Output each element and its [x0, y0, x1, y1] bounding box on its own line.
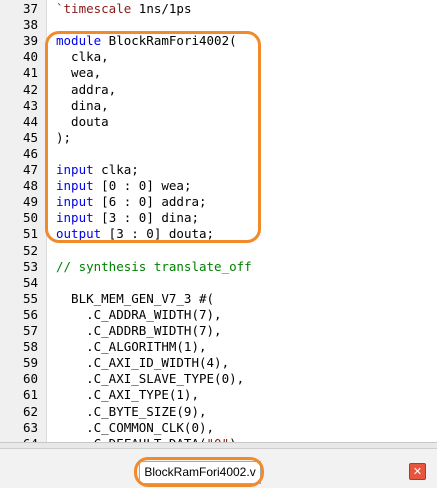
line-number: 49 — [22, 194, 38, 209]
line-number: 58 — [22, 339, 38, 354]
line-number: 60 — [22, 371, 38, 386]
code-line: // synthesis translate_off — [56, 259, 252, 275]
code-token: BLK_MEM_GEN_V7_3 #( — [56, 291, 215, 306]
code-line: .C_COMMON_CLK(0), — [56, 420, 214, 436]
line-number: 56 — [22, 307, 38, 322]
line-number: 44 — [22, 114, 38, 129]
code-token: 1ns/1ps — [131, 1, 192, 16]
code-line: .C_ALGORITHM(1), — [56, 339, 207, 355]
code-token: .C_AXI_ID_WIDTH(4), — [56, 355, 230, 370]
line-number: 38 — [22, 17, 38, 32]
comment-token: // synthesis translate_off — [56, 259, 252, 274]
line-number: 41 — [22, 65, 38, 80]
code-token: .C_ADDRB_WIDTH(7), — [56, 323, 222, 338]
line-number: 51 — [22, 226, 38, 241]
code-line: .C_AXI_TYPE(1), — [56, 387, 199, 403]
module-highlight-box — [45, 31, 261, 243]
code-token: .C_AXI_TYPE(1), — [56, 387, 199, 402]
line-number-gutter: 37 38 39 40 41 42 43 44 45 46 47 48 49 50 51 52 53 54 55 56… — [0, 0, 47, 442]
line-number: 45 — [22, 130, 38, 145]
directive-token: `timescale — [56, 1, 132, 16]
code-line: .C_ADDRB_WIDTH(7), — [56, 323, 222, 339]
code-line: .C_AXI_ID_WIDTH(4), — [56, 355, 229, 371]
line-number: 48 — [22, 178, 38, 193]
code-token: .C_ALGORITHM(1), — [56, 339, 207, 354]
tab-highlight-box — [134, 457, 264, 487]
code-line: .C_AXI_SLAVE_TYPE(0), — [56, 371, 244, 387]
line-number: 40 — [22, 49, 38, 64]
code-token: .C_AXI_SLAVE_TYPE(0), — [56, 371, 245, 386]
code-token: .C_BYTE_SIZE(9), — [56, 404, 207, 419]
code-line: .C_BYTE_SIZE(9), — [56, 404, 207, 420]
line-number: 63 — [22, 420, 38, 435]
close-icon[interactable]: ✕ — [409, 463, 426, 480]
line-number: 53 — [22, 259, 38, 274]
code-line: BLK_MEM_GEN_V7_3 #( — [56, 291, 214, 307]
code-token: .C_COMMON_CLK(0), — [56, 420, 215, 435]
line-number: 46 — [22, 146, 38, 161]
line-number: 42 — [22, 82, 38, 97]
line-number: 55 — [22, 291, 38, 306]
line-number: 39 — [22, 33, 38, 48]
line-number: 59 — [22, 355, 38, 370]
line-number: 62 — [22, 404, 38, 419]
tab-bar: BlockRamFori4002.v ✕ — [0, 448, 437, 488]
line-number: 43 — [22, 98, 38, 113]
line-number: 50 — [22, 210, 38, 225]
code-line: .C_ADDRA_WIDTH(7), — [56, 307, 222, 323]
line-number: 52 — [22, 243, 38, 258]
line-number: 37 — [22, 1, 38, 16]
line-number: 54 — [22, 275, 38, 290]
line-number: 61 — [22, 387, 38, 402]
line-number: 57 — [22, 323, 38, 338]
code-line: `timescale 1ns/1ps — [56, 1, 191, 17]
code-token: .C_ADDRA_WIDTH(7), — [56, 307, 222, 322]
line-number: 47 — [22, 162, 38, 177]
code-editor[interactable]: 37 38 39 40 41 42 43 44 45 46 47 48 49 50 51 52 53 54 55 56… — [0, 0, 437, 442]
